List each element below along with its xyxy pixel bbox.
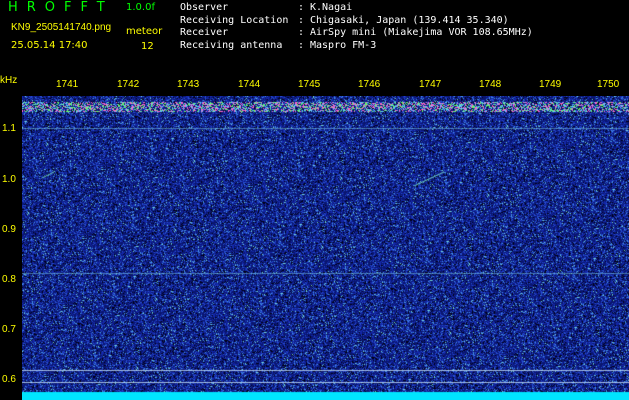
datetime-label: 25.05.14 17:40	[11, 40, 88, 51]
app-title: HROFFT	[8, 0, 114, 15]
frequency-axis: 1.1 1.0 0.9 0.8 0.7 0.6	[0, 96, 22, 400]
meta-separator: :	[298, 2, 305, 13]
meta-key: Receiving antenna	[180, 39, 283, 51]
time-tick-label: 1742	[117, 79, 140, 90]
time-tick-label: 1741	[56, 79, 79, 90]
observation-info: Observer: K.Nagai Receiving Location: Chig…	[180, 2, 533, 52]
freq-tick-label: 0.7	[2, 324, 16, 335]
detection-count: 12	[141, 41, 154, 52]
meta-row-receiver: Receiver: AirSpy mini (Miakejima VOR 108.…	[180, 27, 533, 40]
filename-label: KN9_2505141740.png	[11, 22, 112, 33]
meta-value: Maspro FM-3	[310, 39, 377, 51]
freq-tick-label: 1.0	[2, 174, 16, 185]
meta-separator: :	[298, 39, 305, 51]
time-tick-label: 1745	[298, 79, 321, 90]
version-label: 1.0.0f	[126, 2, 155, 13]
meta-separator: :	[298, 14, 305, 26]
meta-separator: :	[298, 27, 305, 38]
meta-key: Receiver	[180, 27, 229, 38]
time-axis: 1741 1742 1743 1744 1745 1746 1747 1748 …	[0, 76, 629, 96]
time-tick-label: 1750	[597, 79, 620, 90]
freq-tick-label: 0.6	[2, 374, 16, 385]
meta-value: AirSpy mini (Miakejima VOR 108.65MHz)	[310, 27, 533, 38]
spectrogram-canvas	[22, 96, 629, 400]
freq-tick-label: 1.1	[2, 123, 16, 134]
time-tick-label: 1749	[539, 79, 562, 90]
time-tick-label: 1744	[238, 79, 261, 90]
meta-row-observer: Observer: K.Nagai	[180, 2, 533, 15]
time-tick-label: 1743	[177, 79, 200, 90]
freq-tick-label: 0.9	[2, 224, 16, 235]
meta-key: Observer	[180, 2, 229, 13]
time-tick-label: 1747	[419, 79, 442, 90]
header-bar: HROFFT 1.0.0f KN9_2505141740.png meteor …	[0, 0, 629, 75]
meta-value: K.Nagai	[310, 2, 353, 13]
meta-row-antenna: Receiving antenna: Maspro FM-3	[180, 40, 533, 53]
spectrogram-plot	[22, 96, 629, 400]
meta-value: Chigasaki, Japan (139.414 35.340)	[310, 14, 509, 26]
meta-row-location: Receiving Location: Chigasaki, Japan (139…	[180, 15, 533, 28]
freq-tick-label: 0.8	[2, 274, 16, 285]
mode-label: meteor	[126, 26, 163, 37]
time-tick-label: 1746	[358, 79, 381, 90]
meta-key: Receiving Location	[180, 14, 289, 26]
time-tick-label: 1748	[479, 79, 502, 90]
